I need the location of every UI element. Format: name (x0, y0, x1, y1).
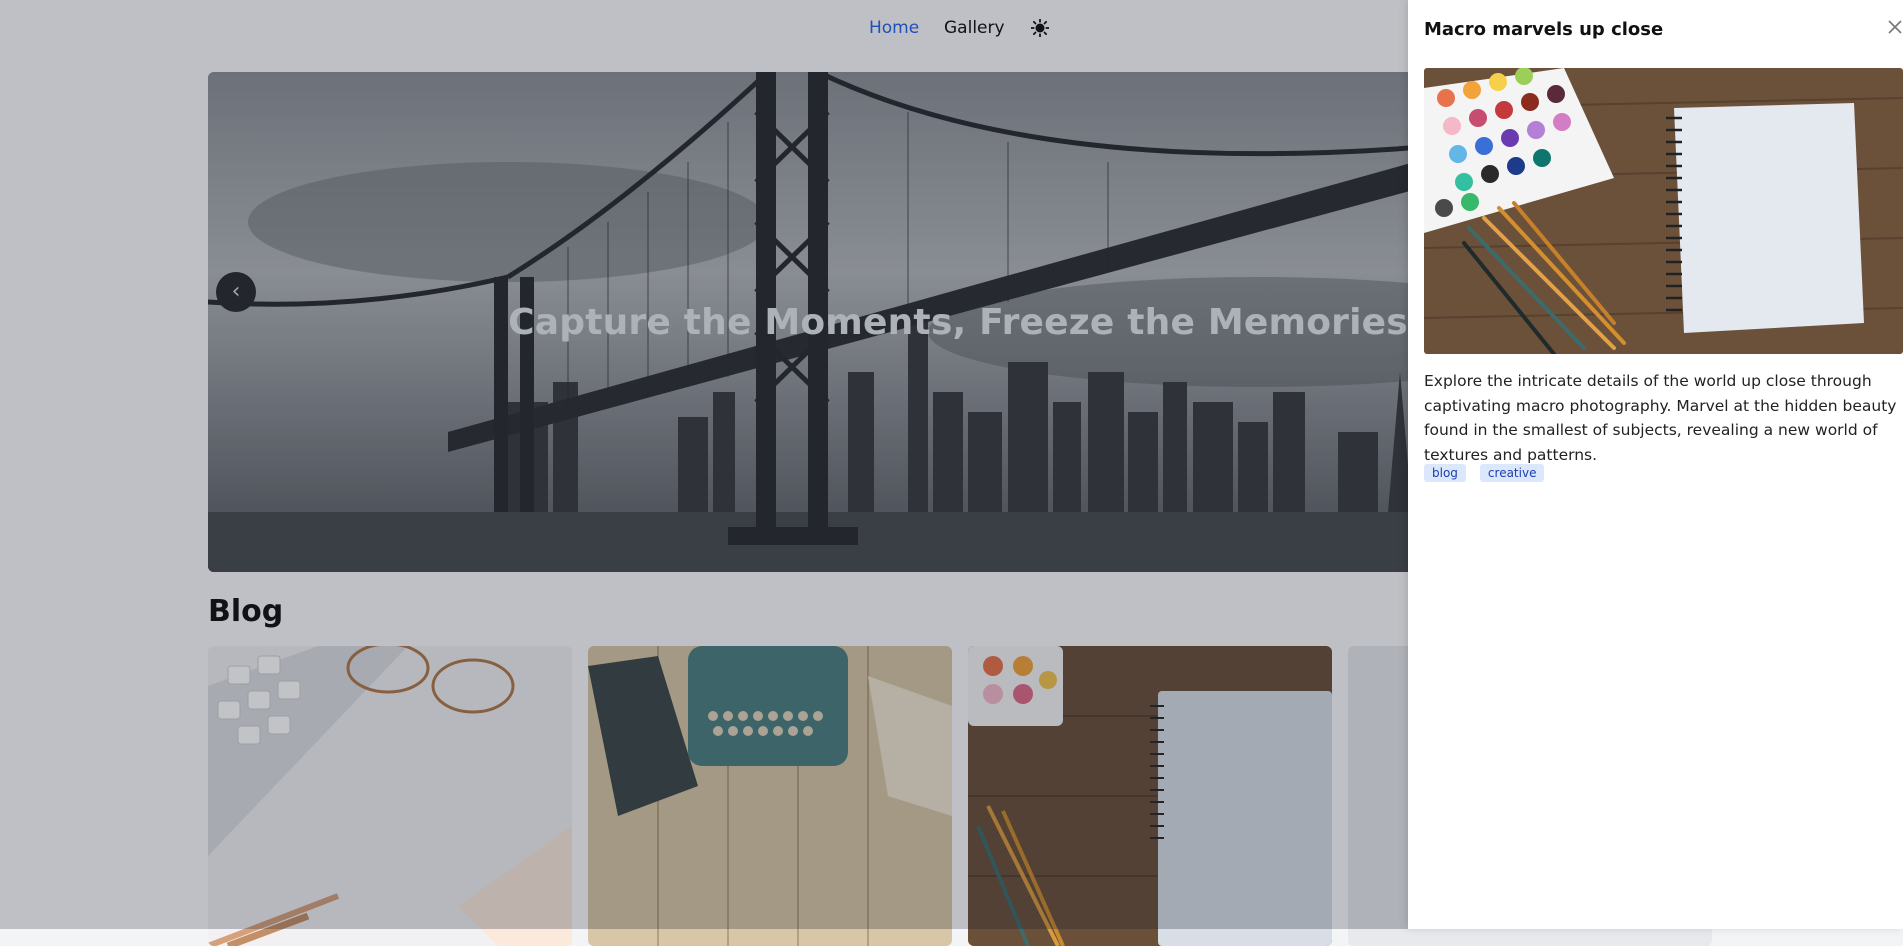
tag-blog[interactable]: blog (1424, 464, 1466, 482)
drawer-description: Explore the intricate details of the wor… (1424, 372, 1897, 464)
close-icon[interactable] (1885, 17, 1903, 37)
watercolor-notebook-image (1424, 68, 1903, 354)
tag-creative[interactable]: creative (1479, 464, 1545, 482)
drawer-title: Macro marvels up close (1424, 19, 1664, 40)
tag-list: blog creative (1424, 462, 1558, 482)
drawer-image (1424, 68, 1903, 354)
detail-drawer: Macro marvels up close Explore the intri… (1408, 0, 1903, 929)
